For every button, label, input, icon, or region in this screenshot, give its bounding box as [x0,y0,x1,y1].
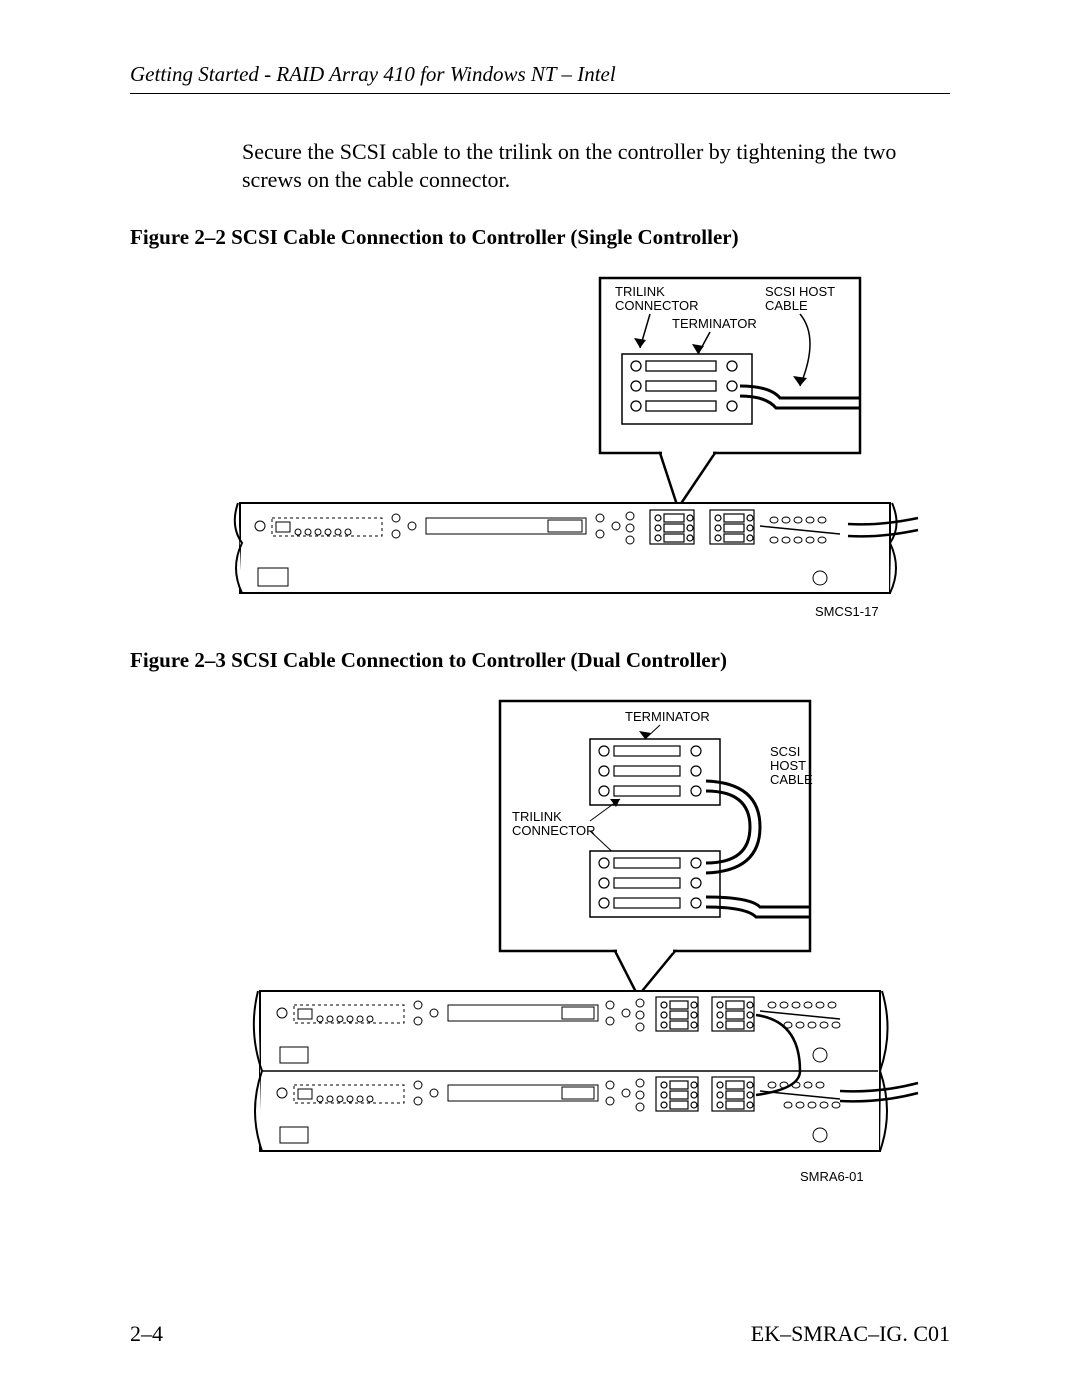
footer: 2–4 EK–SMRAC–IG. C01 [130,1321,950,1347]
figure-1-diagram: TRILINK CONNECTOR SCSI HOST CABLE TERMIN… [160,268,920,618]
label-terminator-2: TERMINATOR [625,709,710,724]
label-scsi-host-2: CABLE [765,298,808,313]
figure-1-caption: Figure 2–2 SCSI Cable Connection to Cont… [130,225,950,250]
label-scsi-2a: SCSI [770,744,800,759]
label-scsi-host: SCSI HOST [765,284,835,299]
page-number: 2–4 [130,1321,163,1347]
body-paragraph: Secure the SCSI cable to the trilink on … [242,138,950,193]
page: Getting Started - RAID Array 410 for Win… [0,0,1080,1397]
label-trilink-2: CONNECTOR [615,298,699,313]
figure-2-diagram: TERMINATOR SCSI HOST CABLE TRILINK CONNE… [240,691,920,1191]
running-header: Getting Started - RAID Array 410 for Win… [130,62,950,94]
label-trilink: TRILINK [615,284,665,299]
figure-2-caption: Figure 2–3 SCSI Cable Connection to Cont… [130,648,950,673]
label-scsi-2b: HOST [770,758,806,773]
doc-id: EK–SMRAC–IG. C01 [751,1321,950,1347]
figure-1: TRILINK CONNECTOR SCSI HOST CABLE TERMIN… [130,268,950,618]
label-trilink-2a: TRILINK [512,809,562,824]
figure-2: TERMINATOR SCSI HOST CABLE TRILINK CONNE… [130,691,950,1191]
label-terminator: TERMINATOR [672,316,757,331]
label-trilink-2b: CONNECTOR [512,823,596,838]
figure-1-ref: SMCS1-17 [815,604,879,618]
label-scsi-2c: CABLE [770,772,813,787]
figure-2-ref: SMRA6-01 [800,1169,864,1184]
